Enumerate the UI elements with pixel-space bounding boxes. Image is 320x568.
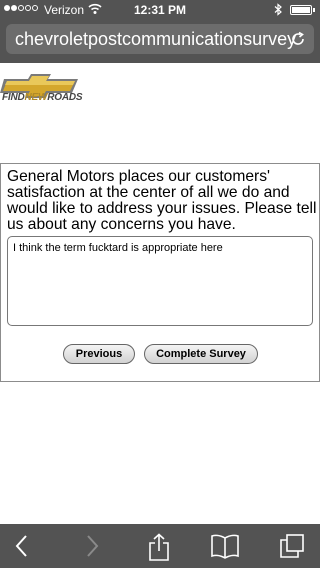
comment-textarea[interactable]: I think the term fucktard is appropriate… [7, 236, 313, 326]
previous-button[interactable]: Previous [63, 344, 135, 364]
tabs-icon[interactable] [279, 533, 305, 559]
survey-prompt: General Motors places our customers' sat… [7, 168, 317, 233]
status-bar: Verizon 12:31 PM [0, 0, 320, 20]
share-icon[interactable] [147, 533, 171, 561]
url-text: chevroletpostcommunicationsurvey [15, 29, 297, 49]
survey-panel: General Motors places our customers' sat… [0, 163, 320, 382]
reload-icon[interactable] [290, 31, 306, 47]
bluetooth-icon [274, 3, 282, 16]
back-icon[interactable] [14, 533, 30, 559]
complete-survey-button[interactable]: Complete Survey [144, 344, 258, 364]
logo-tagline: FINDNEWROADS [2, 92, 83, 103]
clock: 12:31 PM [133, 3, 187, 17]
browser-top-chrome: Verizon 12:31 PM chevroletpostcommunicat… [0, 0, 320, 63]
address-bar[interactable]: chevroletpostcommunicationsurvey [6, 24, 314, 54]
forward-icon[interactable] [84, 533, 100, 559]
browser-toolbar [0, 524, 320, 568]
bookmarks-icon[interactable] [210, 533, 240, 559]
battery-icon [290, 5, 315, 15]
